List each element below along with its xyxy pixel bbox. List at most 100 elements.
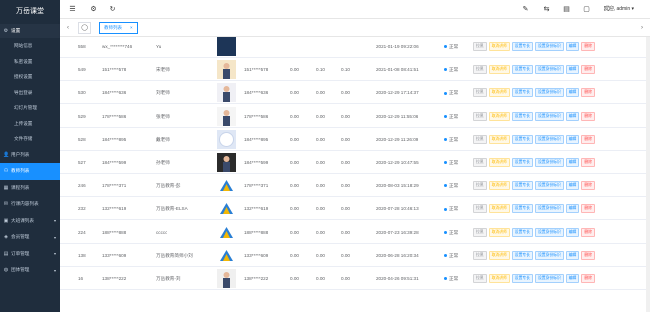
table-row: 527 184*****599 孙老师 184*****599 0.00 0.00 0.00… bbox=[60, 151, 650, 174]
action-button[interactable]: 设置专长 bbox=[511, 88, 533, 98]
action-button[interactable]: 编辑 bbox=[565, 204, 580, 214]
action-button[interactable]: 取消讲师 bbox=[488, 158, 510, 167]
action-button[interactable]: 编辑 bbox=[565, 181, 580, 191]
action-button[interactable]: 删除 bbox=[581, 204, 595, 214]
settings-icon[interactable]: ⚙ bbox=[89, 5, 98, 14]
action-button[interactable]: 设置专长 bbox=[511, 250, 533, 260]
action-button[interactable]: 设置专长 bbox=[511, 158, 533, 167]
action-button[interactable]: 设置身份标识 bbox=[534, 274, 564, 283]
clear-cache-icon[interactable]: ✎ bbox=[521, 5, 530, 14]
action-button[interactable]: 取消讲师 bbox=[488, 250, 510, 260]
action-button[interactable]: 拉黑 bbox=[473, 204, 487, 214]
action-button[interactable]: 设置身份标识 bbox=[534, 227, 564, 237]
action-button[interactable]: 拉黑 bbox=[473, 158, 487, 167]
avatar bbox=[217, 153, 236, 172]
action-button[interactable]: 删除 bbox=[581, 158, 595, 167]
action-button[interactable]: 设置专长 bbox=[511, 42, 533, 51]
action-button[interactable]: 删除 bbox=[581, 134, 595, 144]
tab-teacher-list[interactable]: 教师列表 × bbox=[99, 22, 138, 34]
action-button[interactable]: 删除 bbox=[581, 181, 595, 191]
action-button[interactable]: 删除 bbox=[581, 227, 595, 237]
action-button[interactable]: 编辑 bbox=[565, 274, 580, 283]
sidebar-subitem[interactable]: 导出登录 bbox=[0, 84, 60, 100]
action-button[interactable]: 删除 bbox=[581, 111, 595, 121]
action-button[interactable]: 设置专长 bbox=[511, 274, 533, 283]
sidebar-subitem[interactable]: 文件存储 bbox=[0, 131, 60, 147]
sidebar-item[interactable]: ⚇ 教师列表 bbox=[0, 163, 60, 180]
sidebar-subitem[interactable]: 授权设置 bbox=[0, 69, 60, 85]
tabs-left-arrow-icon[interactable]: ‹ bbox=[63, 22, 73, 34]
action-button[interactable]: 取消讲师 bbox=[488, 181, 510, 191]
action-button[interactable]: 拉黑 bbox=[473, 181, 487, 191]
action-button[interactable]: 取消讲师 bbox=[488, 111, 510, 121]
action-button[interactable]: 拉黑 bbox=[473, 42, 487, 51]
action-button[interactable]: 取消讲师 bbox=[488, 274, 510, 283]
action-button[interactable]: 取消讲师 bbox=[488, 134, 510, 144]
action-button[interactable]: 设置专长 bbox=[511, 111, 533, 121]
action-button[interactable]: 取消讲师 bbox=[488, 204, 510, 214]
action-button[interactable]: 设置专长 bbox=[511, 181, 533, 191]
sidebar-item[interactable]: ◈ 会员管理 ▾ bbox=[0, 229, 60, 246]
action-button[interactable]: 拉黑 bbox=[473, 65, 487, 75]
action-button[interactable]: 编辑 bbox=[565, 65, 580, 75]
action-button[interactable]: 编辑 bbox=[565, 111, 580, 121]
action-button[interactable]: 设置专长 bbox=[511, 204, 533, 214]
scrollbar[interactable] bbox=[646, 37, 650, 312]
action-button[interactable]: 设置身份标识 bbox=[534, 158, 564, 167]
action-button[interactable]: 拉黑 bbox=[473, 134, 487, 144]
action-button[interactable]: 取消讲师 bbox=[488, 227, 510, 237]
action-button[interactable]: 编辑 bbox=[565, 88, 580, 98]
action-button[interactable]: 设置身份标识 bbox=[534, 250, 564, 260]
action-button[interactable]: 设置身份标识 bbox=[534, 111, 564, 121]
action-button[interactable]: 删除 bbox=[581, 250, 595, 260]
sidebar-item[interactable]: 👤 用户列表 bbox=[0, 147, 60, 164]
action-button[interactable]: 拉黑 bbox=[473, 88, 487, 98]
sidebar-item[interactable]: ▦ 课程列表 bbox=[0, 180, 60, 197]
status-dot-icon bbox=[444, 254, 447, 258]
action-button[interactable]: 删除 bbox=[581, 274, 595, 283]
action-button[interactable]: 编辑 bbox=[565, 227, 580, 237]
sidebar-subitem[interactable]: 私密设置 bbox=[0, 53, 60, 69]
action-button[interactable]: 取消讲师 bbox=[488, 42, 510, 51]
action-button[interactable]: 删除 bbox=[581, 65, 595, 75]
sidebar-subitem[interactable]: 上传设置 bbox=[0, 115, 60, 131]
sidebar-item[interactable]: ▣ 大班课列表 ▾ bbox=[0, 213, 60, 230]
translate-icon[interactable]: ⇆ bbox=[542, 5, 551, 14]
action-button[interactable]: 设置身份标识 bbox=[534, 204, 564, 214]
sidebar-subitem[interactable]: 幻灯片管理 bbox=[0, 100, 60, 116]
document-icon[interactable]: ▤ bbox=[562, 5, 571, 14]
action-button[interactable]: 编辑 bbox=[565, 250, 580, 260]
action-button[interactable]: 删除 bbox=[581, 88, 595, 98]
action-button[interactable]: 设置身份标识 bbox=[534, 88, 564, 98]
action-button[interactable]: 设置身份标识 bbox=[534, 134, 564, 144]
close-icon[interactable]: × bbox=[130, 23, 133, 33]
action-button[interactable]: 设置专长 bbox=[511, 227, 533, 237]
action-button[interactable]: 设置身份标识 bbox=[534, 181, 564, 191]
action-button[interactable]: 拉黑 bbox=[473, 111, 487, 121]
action-button[interactable]: 设置身份标识 bbox=[534, 65, 564, 75]
sidebar-item[interactable]: ▤ 订单管理 ▾ bbox=[0, 246, 60, 263]
cell-account: 178*****586 bbox=[244, 113, 269, 119]
action-button[interactable]: 拉黑 bbox=[473, 227, 487, 237]
sidebar-subitem[interactable]: 网站信息 bbox=[0, 38, 60, 54]
user-menu[interactable]: 欢迎, admin ▾ bbox=[604, 5, 634, 12]
sidebar-item[interactable]: ◍ 团体管理 ▾ bbox=[0, 262, 60, 279]
file-icon[interactable]: ▢ bbox=[582, 5, 591, 14]
hamburger-icon[interactable]: ☰ bbox=[68, 5, 77, 14]
refresh-icon[interactable]: ↻ bbox=[108, 5, 117, 14]
action-button[interactable]: 编辑 bbox=[565, 42, 580, 51]
action-button[interactable]: 设置身份标识 bbox=[534, 42, 564, 51]
sidebar-item[interactable]: ✉ 行课内容列表 bbox=[0, 196, 60, 213]
action-button[interactable]: 编辑 bbox=[565, 158, 580, 167]
action-button[interactable]: 设置专长 bbox=[511, 65, 533, 75]
action-button[interactable]: 取消讲师 bbox=[488, 65, 510, 75]
action-button[interactable]: 拉黑 bbox=[473, 274, 487, 283]
tabs-right-arrow-icon[interactable]: › bbox=[637, 22, 647, 34]
action-button[interactable]: 拉黑 bbox=[473, 250, 487, 260]
action-button[interactable]: 设置专长 bbox=[511, 134, 533, 144]
action-button[interactable]: 取消讲师 bbox=[488, 88, 510, 98]
home-tab-icon[interactable]: ◯ bbox=[78, 22, 91, 34]
action-button[interactable]: 删除 bbox=[581, 42, 595, 51]
action-button[interactable]: 编辑 bbox=[565, 134, 580, 144]
sidebar-group-settings[interactable]: ⚙ 设置 bbox=[0, 24, 60, 38]
